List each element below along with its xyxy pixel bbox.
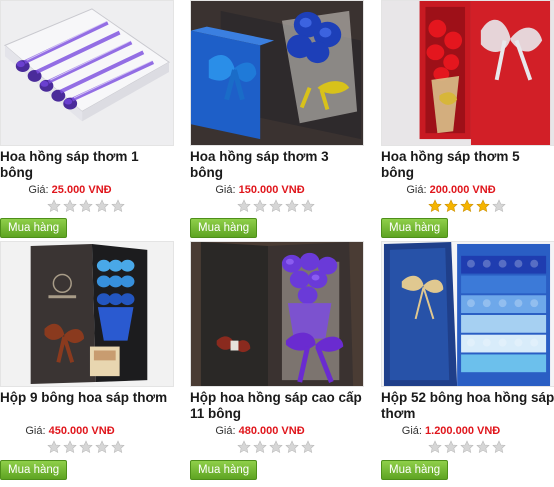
price-label: Giá: — [215, 184, 236, 196]
star-icon[interactable] — [269, 199, 283, 213]
star-icon[interactable] — [237, 199, 251, 213]
star-icon[interactable] — [95, 440, 109, 454]
star-icon[interactable] — [301, 440, 315, 454]
price-row: Giá: 450.000 VNĐ — [0, 424, 140, 438]
product-image[interactable] — [190, 241, 364, 387]
product-card: Hoa hồng sáp thơm 3 bông Giá: 150.000 VN… — [190, 0, 364, 238]
price-label: Giá: — [215, 425, 236, 437]
product-image[interactable] — [381, 241, 554, 387]
price-row: Giá: 1.200.000 VNĐ — [381, 424, 521, 438]
product-name-link[interactable]: Hộp 9 bông hoa sáp thơm — [0, 390, 174, 422]
star-icon[interactable] — [111, 440, 125, 454]
price-label: Giá: — [25, 425, 46, 437]
buy-button[interactable]: Mua hàng — [381, 218, 449, 238]
buy-button[interactable]: Mua hàng — [381, 460, 449, 480]
rating-stars[interactable] — [47, 199, 174, 213]
star-icon[interactable] — [476, 440, 490, 454]
star-icon[interactable] — [301, 199, 315, 213]
star-icon[interactable] — [63, 440, 77, 454]
price-row: Giá: 25.000 VNĐ — [0, 183, 140, 197]
star-icon[interactable] — [444, 440, 458, 454]
buy-button[interactable]: Mua hàng — [0, 460, 68, 480]
price-value: 450.000 VNĐ — [48, 425, 115, 437]
price-label: Giá: — [401, 425, 422, 437]
star-icon[interactable] — [285, 199, 299, 213]
product-name-link[interactable]: Hộp hoa hồng sáp cao cấp 11 bông — [190, 390, 364, 422]
star-icon[interactable] — [79, 199, 93, 213]
star-icon[interactable] — [476, 199, 490, 213]
product-image[interactable] — [0, 241, 174, 387]
star-icon[interactable] — [111, 199, 125, 213]
star-icon[interactable] — [428, 199, 442, 213]
star-icon[interactable] — [285, 440, 299, 454]
star-icon[interactable] — [460, 440, 474, 454]
star-icon[interactable] — [460, 199, 474, 213]
product-name-link[interactable]: Hoa hồng sáp thơm 5 bông — [381, 149, 554, 181]
product-card: Hộp 52 bông hoa hồng sáp thơm Giá: 1.200… — [381, 241, 554, 480]
product-name-link[interactable]: Hoa hồng sáp thơm 3 bông — [190, 149, 364, 181]
product-image[interactable] — [190, 0, 364, 146]
buy-button[interactable]: Mua hàng — [190, 218, 258, 238]
product-image[interactable] — [381, 0, 554, 146]
buy-button[interactable]: Mua hàng — [0, 218, 68, 238]
price-row: Giá: 150.000 VNĐ — [190, 183, 330, 197]
star-icon[interactable] — [253, 199, 267, 213]
rating-stars[interactable] — [237, 199, 364, 213]
rating-stars[interactable] — [47, 440, 174, 454]
star-icon[interactable] — [428, 440, 442, 454]
price-row: Giá: 200.000 VNĐ — [381, 183, 521, 197]
product-name-link[interactable]: Hoa hồng sáp thơm 1 bông — [0, 149, 174, 181]
star-icon[interactable] — [492, 440, 506, 454]
product-card: Hộp 9 bông hoa sáp thơm Giá: 450.000 VNĐ… — [0, 241, 174, 480]
star-icon[interactable] — [444, 199, 458, 213]
price-value: 150.000 VNĐ — [238, 184, 305, 196]
star-icon[interactable] — [492, 199, 506, 213]
product-card: Hoa hồng sáp thơm 1 bông Giá: 25.000 VNĐ… — [0, 0, 174, 238]
star-icon[interactable] — [79, 440, 93, 454]
product-image[interactable] — [0, 0, 174, 146]
price-value: 1.200.000 VNĐ — [425, 425, 501, 437]
price-label: Giá: — [406, 184, 427, 196]
star-icon[interactable] — [63, 199, 77, 213]
rating-stars[interactable] — [428, 440, 554, 454]
price-row: Giá: 480.000 VNĐ — [190, 424, 330, 438]
star-icon[interactable] — [253, 440, 267, 454]
product-card: Hộp hoa hồng sáp cao cấp 11 bông Giá: 48… — [190, 241, 364, 480]
star-icon[interactable] — [47, 199, 61, 213]
star-icon[interactable] — [269, 440, 283, 454]
price-value: 480.000 VNĐ — [238, 425, 305, 437]
price-value: 25.000 VNĐ — [51, 184, 112, 196]
rating-stars[interactable] — [237, 440, 364, 454]
price-value: 200.000 VNĐ — [429, 184, 496, 196]
product-grid: Hoa hồng sáp thơm 1 bông Giá: 25.000 VNĐ… — [0, 0, 554, 487]
buy-button[interactable]: Mua hàng — [190, 460, 258, 480]
star-icon[interactable] — [237, 440, 251, 454]
price-label: Giá: — [28, 184, 49, 196]
star-icon[interactable] — [95, 199, 109, 213]
rating-stars[interactable] — [428, 199, 554, 213]
product-name-link[interactable]: Hộp 52 bông hoa hồng sáp thơm — [381, 390, 554, 422]
product-card: Hoa hồng sáp thơm 5 bông Giá: 200.000 VN… — [381, 0, 554, 238]
star-icon[interactable] — [47, 440, 61, 454]
